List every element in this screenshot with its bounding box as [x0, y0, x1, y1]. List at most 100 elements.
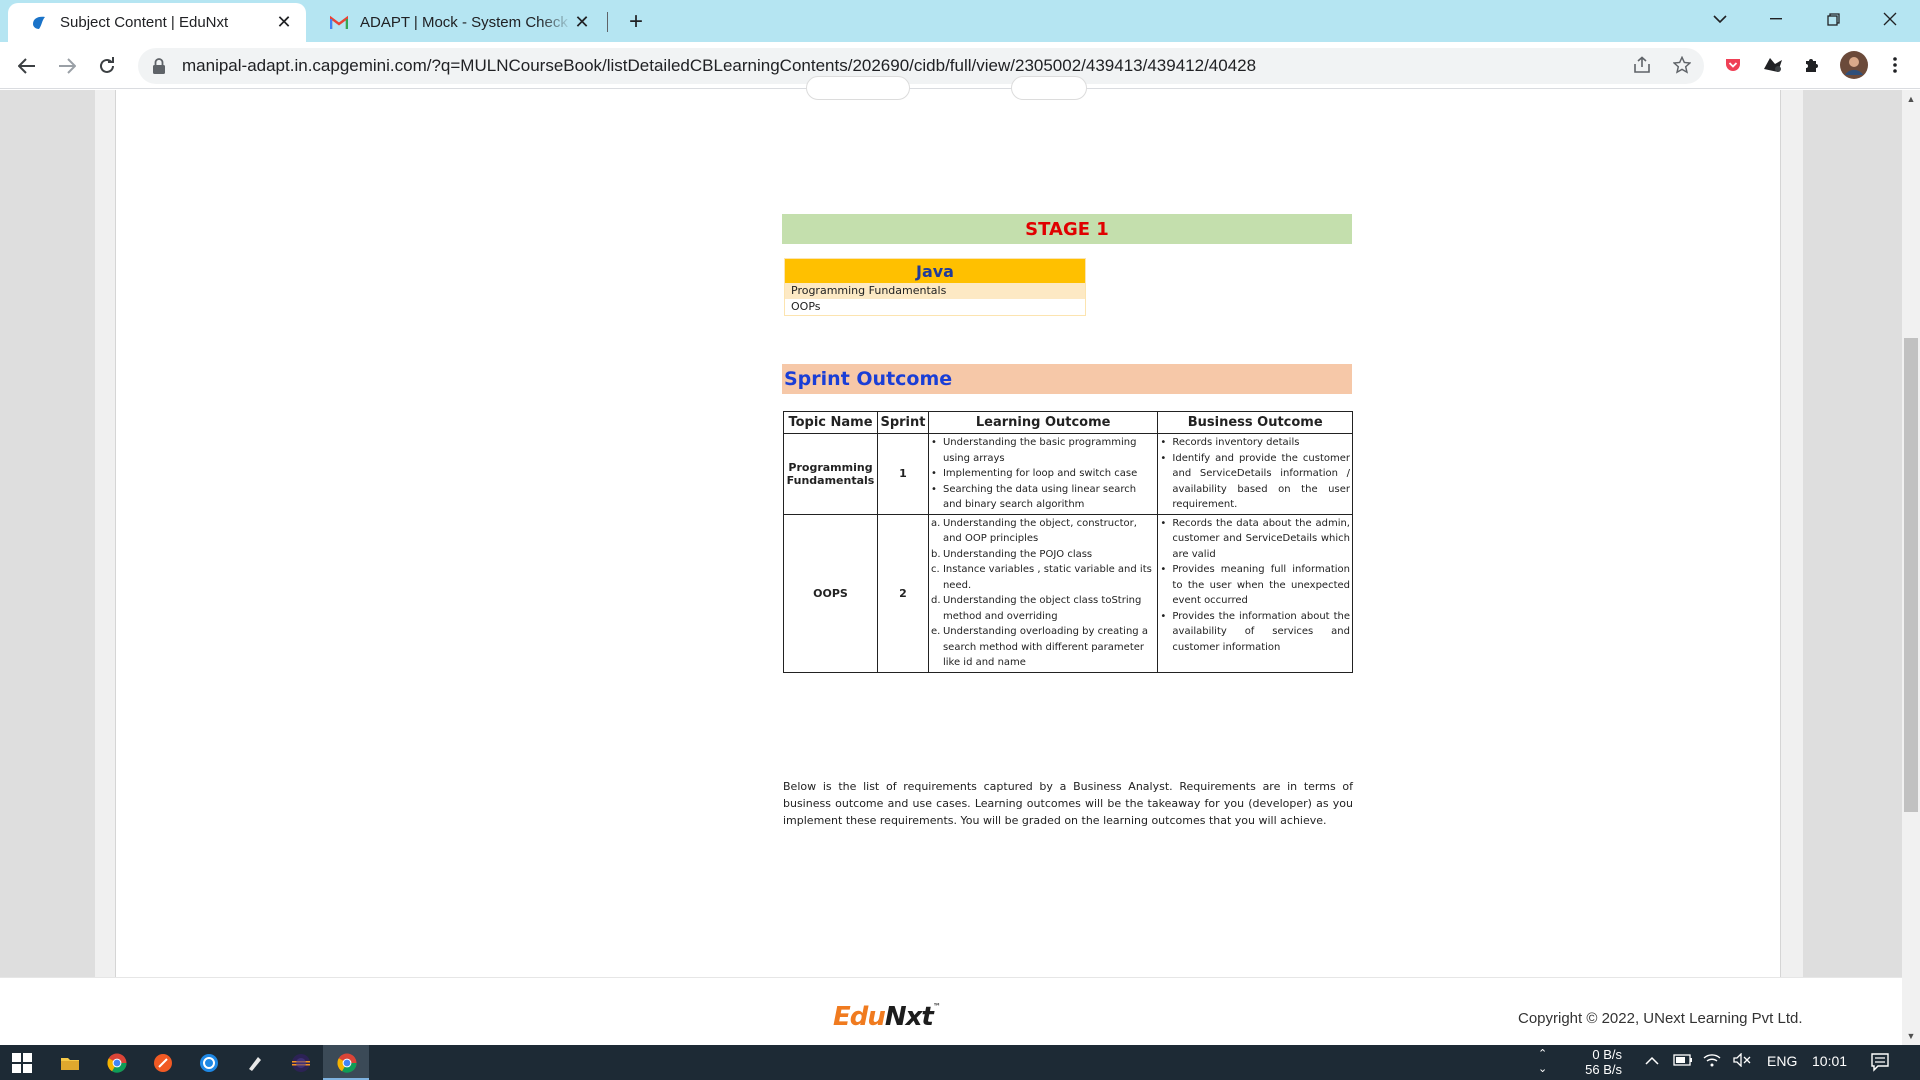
- close-tab-icon[interactable]: ✕: [274, 12, 294, 33]
- java-header: Java: [785, 259, 1085, 283]
- back-button[interactable]: [11, 50, 43, 82]
- net-upload: 0 B/s: [1592, 1047, 1622, 1062]
- notification-center-button[interactable]: [1870, 1052, 1890, 1075]
- column-header: Topic Name: [783, 411, 878, 434]
- puzzle-icon: [1806, 59, 1818, 72]
- scroll-down-arrow-icon[interactable]: ▼: [1906, 1031, 1916, 1041]
- gmail-favicon-icon: [330, 15, 348, 29]
- table-row: Programming Fundamentals 1 Understanding…: [783, 433, 1353, 515]
- copyright-text: Copyright © 2022, UNext Learning Pvt Ltd…: [1518, 1010, 1803, 1027]
- share-button[interactable]: [1627, 50, 1657, 80]
- vertical-scrollbar[interactable]: ▲ ▼: [1902, 90, 1920, 1045]
- list-item: Provides meaning full information to the…: [1160, 562, 1350, 609]
- list-item: Understanding overloading by creating a …: [931, 624, 1148, 668]
- sprint-outcome-table: Topic Name Sprint Learning Outcome Busin…: [783, 411, 1353, 673]
- pocket-extension-button[interactable]: [1721, 53, 1745, 77]
- java-topic-row: OOPs: [791, 300, 821, 313]
- chrome-icon: [337, 1053, 357, 1073]
- list-item: Implementing for loop and switch case: [931, 466, 1155, 482]
- taskbar-chrome[interactable]: [103, 1049, 131, 1077]
- taskbar-app-orange[interactable]: [149, 1049, 177, 1077]
- avatar-icon: [1840, 51, 1868, 79]
- pocket-icon: [1726, 59, 1740, 71]
- windows-start-button[interactable]: [8, 1049, 36, 1077]
- profile-avatar-button[interactable]: [1840, 51, 1868, 79]
- taskbar-eclipse[interactable]: [287, 1049, 315, 1077]
- left-margin: [0, 90, 95, 977]
- input-language[interactable]: ENG: [1767, 1053, 1797, 1069]
- new-tab-button[interactable]: +: [622, 8, 650, 36]
- sprint-cell: 2: [876, 513, 929, 673]
- browser-app-icon: [200, 1054, 218, 1072]
- clock-time[interactable]: 10:01: [1812, 1053, 1847, 1069]
- minimize-icon: [1770, 18, 1782, 20]
- windows-taskbar: ⌃ ⌄ 0 B/s 56 B/s ENG 10:01: [0, 1045, 1920, 1080]
- viewer-control[interactable]: [1011, 76, 1087, 100]
- tab-title: Subject Content | EduNxt: [60, 14, 229, 31]
- chevron-down-icon: [1713, 15, 1727, 24]
- scroll-up-arrow-icon[interactable]: ▲: [1906, 94, 1916, 104]
- column-header: Learning Outcome: [927, 411, 1159, 434]
- java-topics-box: Java Programming Fundamentals OOPs: [784, 258, 1086, 316]
- list-item: Records the data about the admin, custom…: [1160, 516, 1350, 563]
- restore-button[interactable]: [1805, 0, 1861, 38]
- brush-app-icon: [154, 1054, 172, 1072]
- close-window-button[interactable]: [1862, 0, 1918, 38]
- net-download: 56 B/s: [1585, 1062, 1622, 1077]
- share-icon: [1634, 56, 1650, 73]
- taskbar-file-explorer[interactable]: [56, 1049, 84, 1077]
- list-item: Instance variables , static variable and…: [931, 562, 1152, 591]
- taskbar-app-pen[interactable]: [241, 1049, 269, 1077]
- network-speed: 0 B/s 56 B/s: [1570, 1047, 1622, 1077]
- tab-title: ADAPT | Mock - System Check Ass: [360, 14, 572, 31]
- wifi-button[interactable]: [1703, 1053, 1721, 1070]
- list-item: Understanding the POJO class: [931, 547, 1093, 562]
- list-item: Understanding the basic programming usin…: [931, 435, 1155, 466]
- learning-outcome-cell: Understanding the object, constructor, a…: [927, 513, 1159, 673]
- browser-toolbar: manipal-adapt.in.capgemini.com/?q=MULNCo…: [0, 42, 1920, 89]
- taskbar-app-blue[interactable]: [195, 1049, 223, 1077]
- java-topic-row: Programming Fundamentals: [785, 283, 1085, 299]
- arrow-right-icon: [59, 58, 76, 74]
- address-bar[interactable]: manipal-adapt.in.capgemini.com/?q=MULNCo…: [138, 48, 1704, 84]
- extension-badge-icon: [1764, 58, 1782, 72]
- volume-button[interactable]: [1733, 1052, 1751, 1070]
- show-hidden-icons-button[interactable]: [1645, 1053, 1659, 1069]
- forward-button[interactable]: [51, 50, 83, 82]
- taskbar-chrome-active[interactable]: [333, 1049, 361, 1077]
- tab-adapt-mock[interactable]: ADAPT | Mock - System Check Ass ✕: [308, 3, 604, 42]
- chrome-menu-button[interactable]: [1883, 53, 1907, 77]
- volume-muted-icon: [1733, 1052, 1751, 1068]
- column-header: Sprint: [876, 411, 929, 434]
- list-item: Searching the data using linear search a…: [931, 482, 1155, 513]
- close-tab-icon[interactable]: ✕: [572, 12, 592, 33]
- tab-subject-content[interactable]: Subject Content | EduNxt ✕: [8, 3, 306, 42]
- column-header: Business Outcome: [1157, 411, 1353, 434]
- reload-button[interactable]: [91, 50, 123, 82]
- sprint-cell: 1: [876, 433, 929, 515]
- tab-search-button[interactable]: [1692, 0, 1748, 38]
- list-item: Understanding the object class toString …: [931, 593, 1142, 622]
- topic-cell: Programming Fundamentals: [783, 433, 878, 515]
- minimize-button[interactable]: [1748, 0, 1804, 38]
- viewer-control[interactable]: [806, 76, 910, 100]
- extensions-menu-button[interactable]: [1800, 53, 1824, 77]
- list-item: Provides the information about the avail…: [1160, 609, 1350, 656]
- trademark-mark: ™: [932, 1002, 941, 1011]
- scrollbar-thumb[interactable]: [1904, 338, 1918, 812]
- lock-icon: [153, 58, 165, 74]
- battery-button[interactable]: [1673, 1053, 1693, 1069]
- requirements-note: Below is the list of requirements captur…: [783, 780, 1353, 827]
- sprint-outcome-heading: Sprint Outcome: [782, 364, 1352, 394]
- wifi-icon: [1703, 1054, 1721, 1067]
- tab-separator: [607, 12, 608, 32]
- extension-button[interactable]: [1761, 53, 1785, 77]
- browser-tab-bar: Subject Content | EduNxt ✕ ADAPT | Mock …: [0, 0, 1920, 42]
- list-item: Understanding the object, constructor, a…: [931, 516, 1137, 545]
- notification-icon: [1871, 1053, 1889, 1072]
- learning-outcome-cell: Understanding the basic programming usin…: [927, 433, 1159, 515]
- page-viewport: STAGE 1 Java Programming Fundamentals OO…: [0, 76, 1902, 1045]
- page-footer: EduNxt™ Copyright © 2022, UNext Learning…: [0, 977, 1902, 1045]
- bookmark-button[interactable]: [1667, 50, 1697, 80]
- content-card: STAGE 1 Java Programming Fundamentals OO…: [95, 76, 1803, 977]
